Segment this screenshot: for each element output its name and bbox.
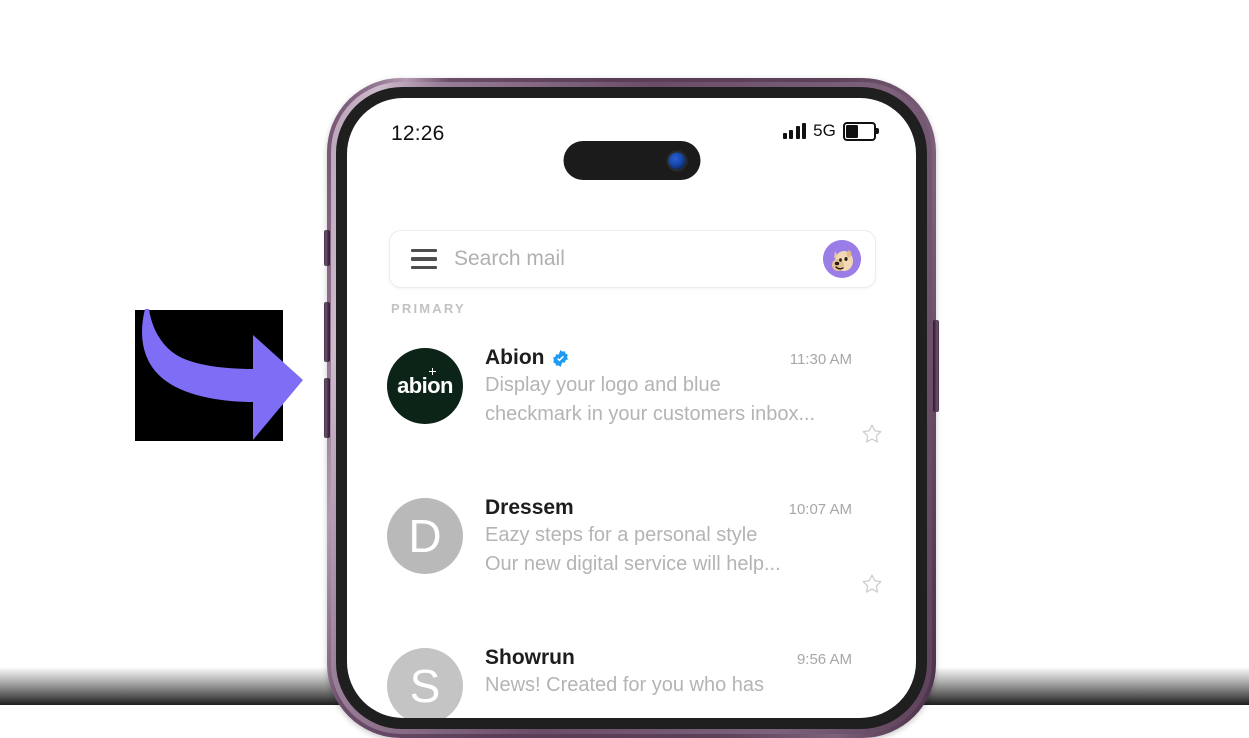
hamburger-menu-icon[interactable] <box>411 248 437 270</box>
star-column <box>852 422 892 494</box>
search-input[interactable] <box>452 246 823 272</box>
iphone-device: 12:26 5G Search mail PRIMARY abion Abion… <box>324 78 939 738</box>
mail-content: Dressem 10:07 AM Eazy steps for a person… <box>485 494 852 578</box>
mail-preview: checkmark in your customers inbox... <box>485 403 816 425</box>
mail-list-item[interactable]: abion Abion 11:30 AM Display your logo a… <box>347 344 916 494</box>
avatar-initial: S <box>409 660 441 712</box>
cellular-signal-icon <box>782 123 807 139</box>
mail-timestamp: 10:07 AM <box>788 501 852 518</box>
sender-name: Abion <box>485 346 545 369</box>
mail-list: abion Abion 11:30 AM Display your logo a… <box>347 344 916 718</box>
mail-header-row: Showrun 9:56 AM <box>485 646 852 670</box>
curved-right-arrow-icon <box>142 309 303 440</box>
network-type-label: 5G <box>813 121 836 140</box>
front-camera-icon <box>666 150 687 171</box>
curved-right-arrow-graphic <box>135 309 303 441</box>
sender-avatar-letter: S <box>387 648 463 718</box>
mail-list-item[interactable]: S Showrun 9:56 AM News! Created for you … <box>347 644 916 718</box>
volume-down-button[interactable] <box>324 378 330 438</box>
phone-screen: 12:26 5G Search mail PRIMARY abion Abion… <box>347 98 916 718</box>
mail-subject: Eazy steps for a personal style <box>485 524 758 546</box>
battery-icon <box>843 121 879 141</box>
star-column <box>852 572 892 644</box>
sender-name: Showrun <box>485 646 575 669</box>
mail-timestamp: 9:56 AM <box>796 651 852 668</box>
status-bar: 12:26 5G <box>347 98 916 180</box>
avatar-initial: D <box>408 510 442 562</box>
verified-checkmark-icon <box>553 349 569 367</box>
search-bar[interactable] <box>389 230 876 288</box>
mail-timestamp: 11:30 AM <box>789 351 852 368</box>
mail-content: Abion 11:30 AM Display your logo and blu… <box>485 344 852 428</box>
volume-up-button[interactable] <box>324 302 330 362</box>
abion-wordmark: abion <box>397 368 453 398</box>
sender-avatar-letter: D <box>387 498 463 574</box>
mail-header-row: Abion 11:30 AM <box>485 346 852 370</box>
star-outline-icon[interactable] <box>860 422 884 446</box>
power-button[interactable] <box>933 320 939 412</box>
user-avatar[interactable] <box>823 240 861 278</box>
mail-subject: Display your logo and blue <box>485 374 721 396</box>
mail-subject: News! Created for you who has <box>485 674 765 696</box>
dynamic-island <box>563 141 700 180</box>
mail-header-row: Dressem 10:07 AM <box>485 496 852 520</box>
mail-list-item[interactable]: D Dressem 10:07 AM Eazy steps for a pers… <box>347 494 916 644</box>
battery-fill <box>846 124 859 138</box>
star-outline-icon[interactable] <box>860 572 884 596</box>
status-indicators: 5G <box>782 121 879 141</box>
status-time: 12:26 <box>391 122 445 145</box>
category-label: PRIMARY <box>391 301 466 316</box>
mail-content: Showrun 9:56 AM News! Created for you wh… <box>485 644 852 701</box>
user-avatar-dog-icon <box>823 240 861 278</box>
mail-preview: Our new digital service will help... <box>485 553 781 575</box>
sender-avatar-logo: abion <box>387 348 463 424</box>
sender-name: Dressem <box>485 496 574 519</box>
action-button[interactable] <box>324 230 330 266</box>
